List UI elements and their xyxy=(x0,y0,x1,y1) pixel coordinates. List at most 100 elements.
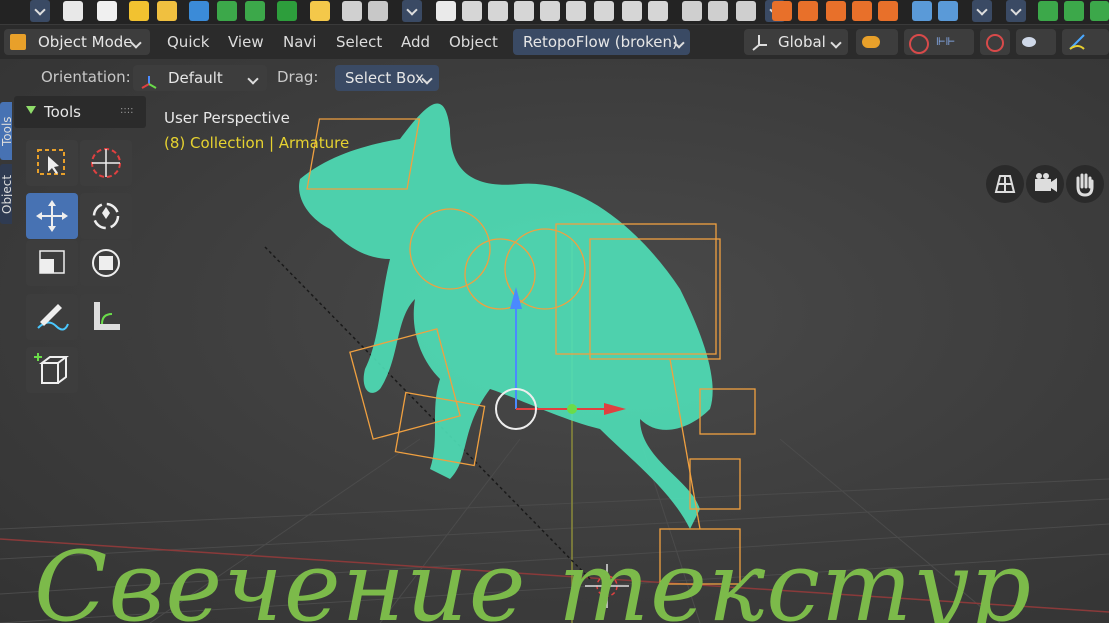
menu-select[interactable]: Select xyxy=(336,29,382,55)
chevron-down-icon[interactable] xyxy=(972,0,992,22)
open-folder-icon[interactable] xyxy=(129,1,149,21)
tab-tools[interactable]: Tools xyxy=(0,102,12,160)
drag-dropdown[interactable]: Select Box xyxy=(335,65,439,91)
export-icon[interactable] xyxy=(310,1,330,21)
add-lattice-icon[interactable] xyxy=(826,1,846,21)
rotate-tool[interactable] xyxy=(80,193,132,239)
viewport-header: Object Mode Quick View Navi Select Add O… xyxy=(0,25,1109,59)
grid-icon xyxy=(994,175,1016,193)
add-torus-icon[interactable] xyxy=(622,1,642,21)
cursor-tool[interactable] xyxy=(80,140,132,186)
menu-quick[interactable]: Quick xyxy=(167,29,209,55)
proportional-edit-icon xyxy=(986,34,1004,52)
transform-icon xyxy=(92,249,120,277)
transform-orientation-dropdown[interactable]: Global xyxy=(744,29,848,55)
pan-view-button[interactable] xyxy=(1066,165,1104,203)
image-editor-icon[interactable] xyxy=(912,1,932,21)
gizmo-icon xyxy=(1068,33,1086,51)
chevron-down-icon[interactable] xyxy=(30,0,50,22)
proportional-editing-button[interactable] xyxy=(980,29,1010,55)
view-name: User Perspective xyxy=(164,109,290,127)
cursor-icon xyxy=(91,148,121,178)
recent-files-icon[interactable] xyxy=(157,1,177,21)
annotate-icon xyxy=(37,304,69,331)
gizmo-dropdown[interactable] xyxy=(1062,29,1109,55)
add-grid-icon[interactable] xyxy=(648,1,668,21)
hand-icon xyxy=(1076,173,1094,197)
collection-info: (8) Collection | Armature xyxy=(164,134,350,152)
modifier-icon[interactable] xyxy=(1090,1,1109,21)
orientation-label: Orientation: xyxy=(41,68,131,86)
add-camera-icon[interactable] xyxy=(852,1,872,21)
chevron-down-icon[interactable] xyxy=(402,0,422,22)
tool-settings-bar: Orientation: Default Drag: Select Box xyxy=(0,62,1109,94)
retopoflow-label: RetopoFlow (broken) xyxy=(523,33,678,51)
camera-icon xyxy=(1035,173,1057,192)
top-toolbar xyxy=(0,0,1109,24)
snap-controls[interactable]: ⊩⊩ xyxy=(904,29,974,55)
add-monkey-icon[interactable] xyxy=(736,1,756,21)
mode-label: Object Mode xyxy=(38,33,133,51)
save-as-icon[interactable] xyxy=(217,1,237,21)
snap-increment-icon: ⊩⊩ xyxy=(936,35,956,48)
drag-handle-icon[interactable]: :::: xyxy=(120,105,133,116)
move-icon xyxy=(36,200,68,232)
transform-tool[interactable] xyxy=(80,240,132,286)
scale-icon xyxy=(39,250,65,274)
rotate-icon xyxy=(92,202,120,230)
measure-icon xyxy=(94,302,120,330)
object-mode-icon xyxy=(10,34,26,50)
measure-tool[interactable] xyxy=(80,294,132,340)
image-reference-icon[interactable] xyxy=(938,1,958,21)
visibility-dropdown[interactable] xyxy=(1016,29,1056,55)
drag-value: Select Box xyxy=(345,69,424,87)
tools-title: Tools xyxy=(44,103,81,121)
menu-navi[interactable]: Navi xyxy=(283,29,316,55)
constraint-icon[interactable] xyxy=(1038,1,1058,21)
add-circle-icon[interactable] xyxy=(488,1,508,21)
menu-add[interactable]: Add xyxy=(401,29,430,55)
add-empty-icon[interactable] xyxy=(682,1,702,21)
add-cube-icon[interactable] xyxy=(462,1,482,21)
add-speaker-icon[interactable] xyxy=(878,1,898,21)
pivot-point-dropdown[interactable] xyxy=(856,29,898,55)
side-tabs: Tools Object xyxy=(0,98,12,298)
menu-view[interactable]: View xyxy=(228,29,264,55)
mode-selector[interactable]: Object Mode xyxy=(4,29,150,55)
save-copy-icon[interactable] xyxy=(245,1,265,21)
new-document-icon[interactable] xyxy=(97,1,117,21)
drag-label: Drag: xyxy=(277,68,319,86)
add-cylinder-icon[interactable] xyxy=(566,1,586,21)
menu-object[interactable]: Object xyxy=(449,29,498,55)
tools-panel-header[interactable]: Tools :::: xyxy=(14,96,146,128)
camera-view-button[interactable] xyxy=(1026,165,1064,203)
select-box-tool[interactable] xyxy=(26,140,78,186)
import-icon[interactable] xyxy=(277,1,297,21)
toggle-grid-button[interactable] xyxy=(986,165,1024,203)
orientation-value: Global xyxy=(778,33,826,51)
orientation-value: Default xyxy=(168,69,223,87)
scale-tool[interactable] xyxy=(26,240,78,286)
add-text-icon[interactable] xyxy=(772,1,792,21)
add-uv-sphere-icon[interactable] xyxy=(514,1,534,21)
add-armature-icon[interactable] xyxy=(798,1,818,21)
caption-overlay: Свечение текстур xyxy=(34,531,1033,623)
annotate-tool[interactable] xyxy=(26,294,78,340)
chevron-down-icon[interactable] xyxy=(1006,0,1026,22)
collapse-triangle-icon xyxy=(26,106,36,114)
add-plane-icon[interactable] xyxy=(436,1,456,21)
save-icon[interactable] xyxy=(189,1,209,21)
refresh-icon[interactable] xyxy=(1064,1,1084,21)
add-cone-icon[interactable] xyxy=(594,1,614,21)
3d-viewport[interactable]: User Perspective (8) Collection | Armatu… xyxy=(0,59,1109,623)
tab-object[interactable]: Object xyxy=(0,164,12,224)
move-tool[interactable] xyxy=(26,193,78,239)
add-curve-icon[interactable] xyxy=(708,1,728,21)
render-image-icon[interactable] xyxy=(342,1,362,21)
retopoflow-menu[interactable]: RetopoFlow (broken) xyxy=(513,29,690,55)
orientation-dropdown[interactable]: Default xyxy=(133,65,267,91)
new-file-icon[interactable] xyxy=(63,1,83,21)
add-ico-sphere-icon[interactable] xyxy=(540,1,560,21)
add-cube-tool[interactable] xyxy=(26,347,78,393)
render-animation-icon[interactable] xyxy=(368,1,388,21)
